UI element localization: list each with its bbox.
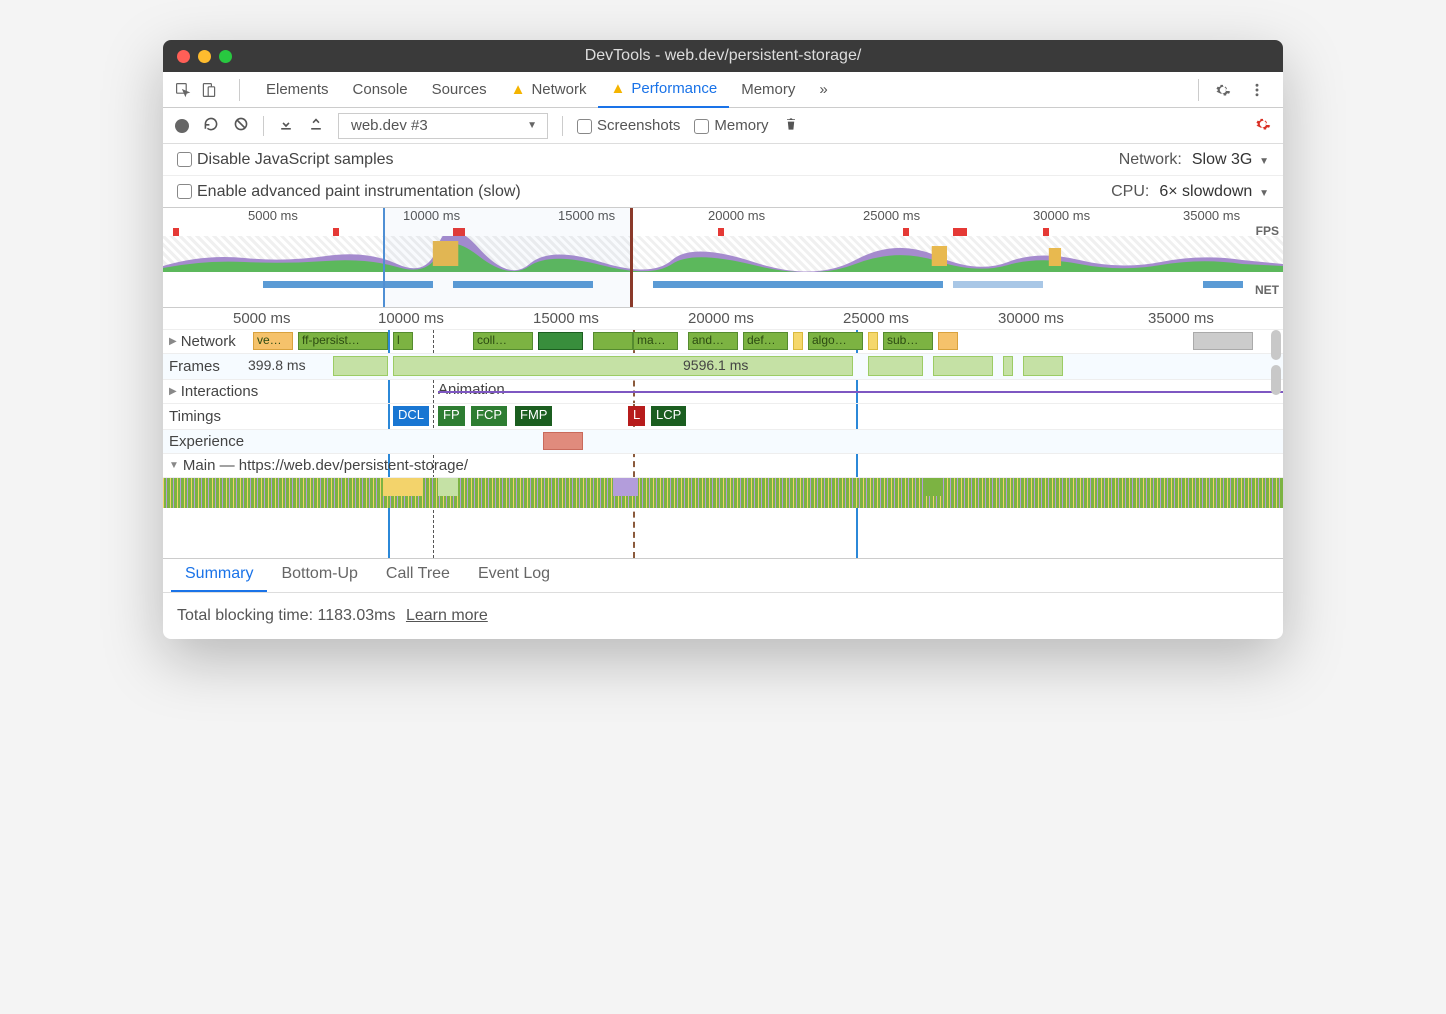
overview-tick: 35000 ms	[1183, 208, 1240, 223]
network-track[interactable]: ▶Network ve… ff-persist… l coll… ma… and…	[163, 330, 1283, 354]
experience-track[interactable]: Experience	[163, 430, 1283, 454]
main-flame-chart[interactable]	[163, 478, 1283, 558]
overview-tick: 20000 ms	[708, 208, 765, 223]
learn-more-link[interactable]: Learn more	[406, 607, 488, 624]
warning-icon: ▲	[511, 81, 526, 98]
overview-tick: 5000 ms	[248, 208, 298, 223]
main-track-header[interactable]: ▼Main — https://web.dev/persistent-stora…	[163, 454, 1283, 478]
details-tabs: Summary Bottom-Up Call Tree Event Log	[163, 558, 1283, 592]
reload-icon[interactable]	[203, 116, 219, 136]
memory-checkbox[interactable]: Memory	[694, 117, 768, 134]
tab-divider	[239, 79, 240, 101]
recording-select[interactable]: web.dev #3▼	[338, 113, 548, 139]
timing-lcp[interactable]: LCP	[651, 406, 686, 426]
window-title: DevTools - web.dev/persistent-storage/	[585, 47, 862, 65]
tab-network[interactable]: ▲Network	[499, 72, 599, 108]
chevron-down-icon: ▼	[527, 120, 537, 131]
zoom-window-button[interactable]	[219, 50, 232, 63]
settings-gear-icon[interactable]	[1213, 80, 1233, 100]
enable-paint-checkbox[interactable]: Enable advanced paint instrumentation (s…	[177, 183, 521, 201]
tab-console[interactable]: Console	[341, 72, 420, 108]
net-overview	[163, 278, 1283, 290]
delete-icon[interactable]	[783, 116, 799, 136]
timing-fmp[interactable]: FMP	[515, 406, 552, 426]
overview-tick: 30000 ms	[1033, 208, 1090, 223]
tab-sources[interactable]: Sources	[420, 72, 499, 108]
traffic-lights	[177, 50, 232, 63]
close-window-button[interactable]	[177, 50, 190, 63]
tab-memory[interactable]: Memory	[729, 72, 807, 108]
tab-bottom-up[interactable]: Bottom-Up	[267, 559, 371, 592]
tbt-value: 1183.03ms	[318, 607, 396, 624]
overview-tick: 25000 ms	[863, 208, 920, 223]
clear-icon[interactable]	[233, 116, 249, 136]
minimize-window-button[interactable]	[198, 50, 211, 63]
devtools-tabs: Elements Console Sources ▲Network ▲Perfo…	[163, 72, 1283, 108]
disable-js-checkbox[interactable]: Disable JavaScript samples	[177, 151, 394, 169]
timing-fp[interactable]: FP	[438, 406, 465, 426]
chevron-down-icon: ▼	[1256, 188, 1269, 199]
performance-toolbar: web.dev #3▼ Screenshots Memory	[163, 108, 1283, 144]
devtools-window: DevTools - web.dev/persistent-storage/ E…	[163, 40, 1283, 639]
tab-performance[interactable]: ▲Performance	[598, 72, 729, 108]
interactions-track[interactable]: ▶Interactions Animation	[163, 380, 1283, 404]
chevron-down-icon: ▼	[1256, 156, 1269, 167]
options-row-2: Enable advanced paint instrumentation (s…	[163, 176, 1283, 208]
expand-arrow-icon[interactable]: ▶	[169, 336, 177, 347]
timing-dcl[interactable]: DCL	[393, 406, 429, 426]
tbt-label: Total blocking time:	[177, 607, 318, 624]
screenshots-checkbox[interactable]: Screenshots	[577, 117, 680, 134]
capture-settings-gear-icon[interactable]	[1255, 116, 1271, 136]
vertical-scrollbar[interactable]	[1271, 330, 1281, 360]
warning-icon: ▲	[610, 80, 625, 97]
cpu-chart	[163, 236, 1283, 272]
timeline-overview[interactable]: 5000 ms 10000 ms 15000 ms 20000 ms 25000…	[163, 208, 1283, 308]
tab-event-log[interactable]: Event Log	[464, 559, 564, 592]
device-toolbar-icon[interactable]	[199, 80, 219, 100]
inspect-element-icon[interactable]	[173, 80, 193, 100]
timeline-ruler: 5000 ms 10000 ms 15000 ms 20000 ms 25000…	[163, 308, 1283, 330]
expand-arrow-icon[interactable]: ▶	[169, 386, 177, 397]
titlebar: DevTools - web.dev/persistent-storage/	[163, 40, 1283, 72]
layout-shift[interactable]	[543, 432, 583, 450]
cpu-throttle-label: CPU:	[1111, 183, 1149, 201]
overview-selection[interactable]	[383, 208, 633, 307]
tab-summary[interactable]: Summary	[171, 559, 267, 592]
tab-divider	[1198, 79, 1199, 101]
timing-fcp[interactable]: FCP	[471, 406, 507, 426]
tab-call-tree[interactable]: Call Tree	[372, 559, 464, 592]
tab-elements[interactable]: Elements	[254, 72, 341, 108]
kebab-menu-icon[interactable]	[1247, 80, 1267, 100]
vertical-scrollbar[interactable]	[1271, 365, 1281, 395]
tab-more[interactable]: »	[807, 72, 839, 108]
network-throttle-label: Network:	[1119, 151, 1182, 169]
options-row-1: Disable JavaScript samples Network: Slow…	[163, 144, 1283, 176]
cpu-throttle-select[interactable]: 6× slowdown ▼	[1159, 183, 1269, 201]
save-profile-icon[interactable]	[308, 116, 324, 136]
load-profile-icon[interactable]	[278, 116, 294, 136]
network-throttle-select[interactable]: Slow 3G ▼	[1192, 151, 1269, 169]
timing-l[interactable]: L	[628, 406, 645, 426]
summary-pane: Total blocking time: 1183.03ms Learn mor…	[163, 592, 1283, 639]
record-button[interactable]	[175, 119, 189, 133]
collapse-arrow-icon[interactable]: ▼	[169, 460, 179, 471]
frames-track[interactable]: Frames 399.8 ms 9596.1 ms	[163, 354, 1283, 380]
tracks-panel[interactable]: ▶Network ve… ff-persist… l coll… ma… and…	[163, 330, 1283, 558]
timings-track[interactable]: Timings DCL FP FCP FMP L LCP	[163, 404, 1283, 430]
